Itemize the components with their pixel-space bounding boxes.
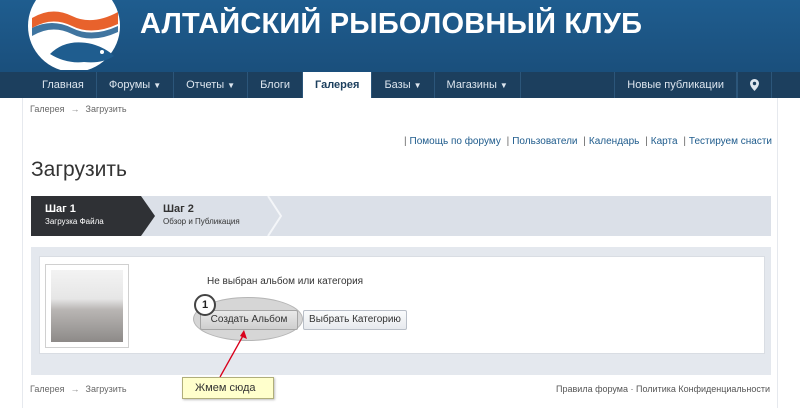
nav-item-label: Блоги [260, 79, 290, 91]
privacy-policy-link[interactable]: Политика Конфиденциальности [636, 384, 770, 394]
album-thumbnail [45, 264, 129, 348]
nav-item-forums[interactable]: Форумы ▼ [97, 72, 175, 98]
step-1-title: Шаг 1 [45, 203, 76, 215]
breadcrumb-current: Загрузить [85, 384, 127, 394]
separator: | [506, 136, 510, 147]
upload-panel [39, 256, 765, 354]
nav-item-home[interactable]: Главная [30, 72, 97, 98]
footer-separator: · [630, 384, 634, 394]
map-pin-icon[interactable] [737, 72, 772, 98]
nav-item-shops[interactable]: Магазины ▼ [435, 72, 521, 98]
page-title: Загрузить [31, 158, 127, 181]
separator: | [683, 136, 686, 147]
step-1: Шаг 1 Загрузка Файла [31, 196, 141, 236]
map-link[interactable]: Карта [651, 136, 678, 147]
nav-item-label: Главная [42, 79, 84, 91]
nav-item-label: Отчеты [186, 79, 225, 91]
callout-note: Жмем сюда [182, 377, 274, 399]
nav-item-label: Галерея [315, 79, 360, 91]
step-1-subtitle: Загрузка Файла [45, 217, 104, 226]
no-album-text: Не выбран альбом или категория [207, 276, 364, 287]
nav-item-bases[interactable]: Базы ▼ [372, 72, 435, 98]
create-album-button[interactable]: Создать Альбом [200, 310, 298, 330]
nav-item-reports[interactable]: Отчеты ▼ [174, 72, 249, 98]
main-nav: Главная Форумы ▼ Отчеты ▼ Блоги Галерея Ба… [0, 72, 800, 99]
caret-down-icon: ▼ [227, 81, 236, 90]
choose-category-button[interactable]: Выбрать Категорию [303, 310, 407, 330]
gear-testing-link[interactable]: Тестируем снасти [689, 136, 772, 147]
breadcrumb: Галерея → Загрузить [30, 104, 127, 114]
breadcrumb-gallery-link[interactable]: Галерея [30, 384, 65, 394]
new-publications-link[interactable]: Новые публикации [614, 72, 737, 98]
nav-item-gallery[interactable]: Галерея [303, 72, 373, 99]
step-number-badge: 1 [194, 294, 216, 316]
help-link[interactable]: Помощь по форуму [410, 136, 501, 147]
nav-item-label: Новые публикации [627, 79, 724, 91]
separator: | [403, 136, 407, 147]
footer-links: Правила форума · Политика Конфиденциальн… [556, 384, 770, 394]
users-link[interactable]: Пользователи [512, 136, 577, 147]
breadcrumb-current: Загрузить [85, 104, 127, 114]
nav-item-label: Форумы [108, 79, 151, 91]
thumbnail-image [51, 270, 123, 342]
breadcrumb-gallery-link[interactable]: Галерея [30, 104, 65, 114]
nav-item-label: Базы [384, 79, 411, 91]
breadcrumb-separator: → [70, 104, 80, 114]
site-title[interactable]: АЛТАЙСКИЙ РЫБОЛОВНЫЙ КЛУБ [140, 8, 642, 41]
caret-down-icon: ▼ [153, 81, 162, 90]
step-2-chevron [267, 196, 283, 236]
top-links: | Помощь по форуму | Пользователи | Календа… [401, 136, 772, 147]
nav-item-label: Магазины [446, 79, 497, 91]
site-header: АЛТАЙСКИЙ РЫБОЛОВНЫЙ КЛУБ [0, 0, 800, 72]
fish-logo-icon[interactable] [22, 0, 132, 70]
upload-steps: Шаг 1 Загрузка Файла Шаг 2 Обзор и Публи… [31, 196, 771, 236]
calendar-link[interactable]: Календарь [589, 136, 639, 147]
nav-item-blogs[interactable]: Блоги [248, 72, 303, 98]
breadcrumb-separator: → [70, 384, 80, 394]
caret-down-icon: ▼ [413, 81, 422, 90]
forum-rules-link[interactable]: Правила форума [556, 384, 628, 394]
step-1-arrow [141, 196, 155, 236]
separator: | [583, 136, 586, 147]
separator: | [645, 136, 648, 147]
breadcrumb-bottom: Галерея → Загрузить [30, 384, 127, 394]
caret-down-icon: ▼ [499, 81, 508, 90]
